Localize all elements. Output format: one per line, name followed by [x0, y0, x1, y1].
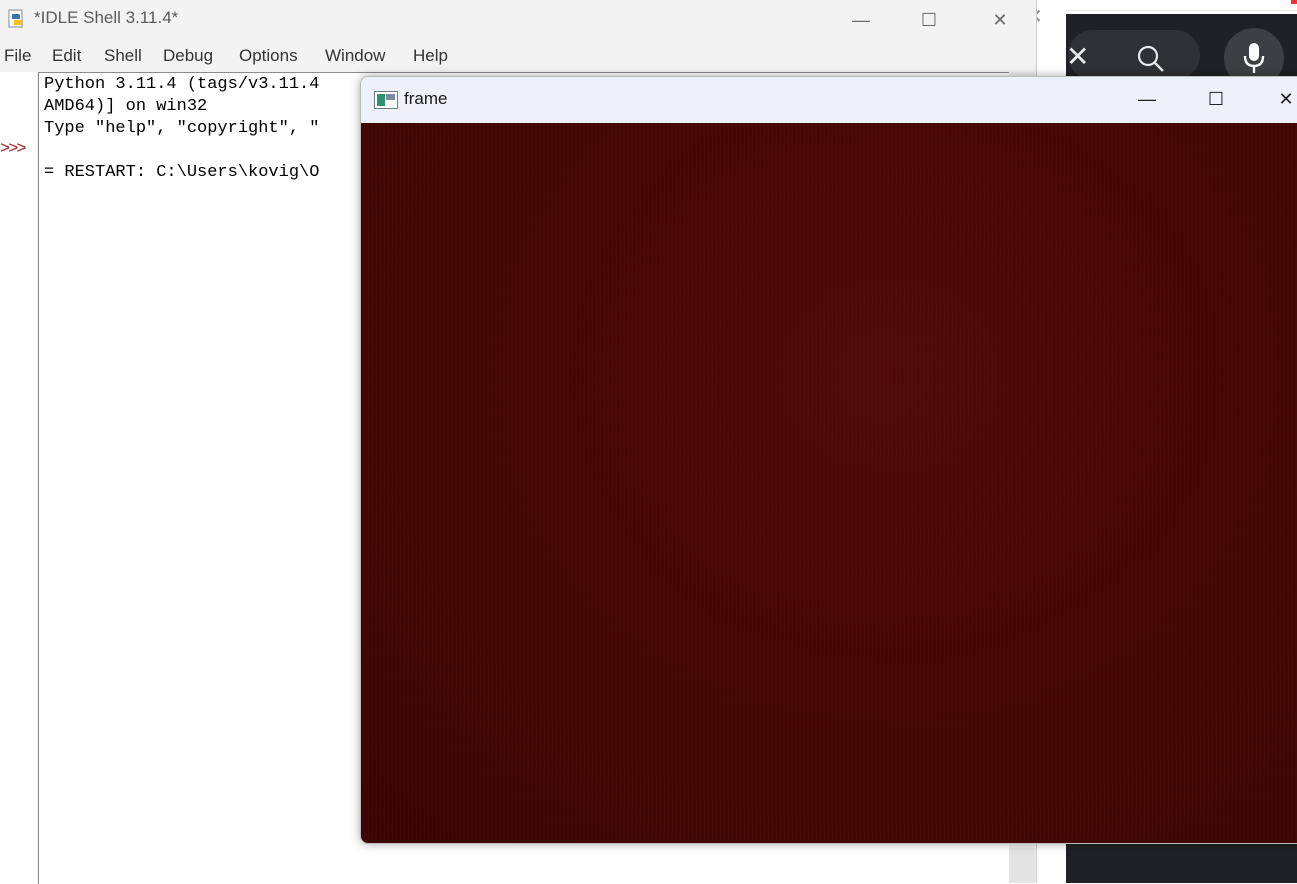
window-title: *IDLE Shell 3.11.4*	[34, 8, 179, 27]
frame-app-icon	[374, 91, 398, 109]
menu-debug[interactable]: Debug	[163, 46, 213, 66]
frame-close-button[interactable]: ✕	[1263, 81, 1297, 117]
menu-file[interactable]: File	[4, 46, 31, 66]
menu-help[interactable]: Help	[413, 46, 448, 66]
menu-bar: File Edit Shell Debug Options Window Hel…	[0, 42, 1036, 70]
maximize-icon: ☐	[1207, 88, 1225, 109]
background-top-strip	[1066, 0, 1297, 11]
search-icon[interactable]	[1136, 44, 1166, 79]
close-icon: ✕	[1278, 88, 1294, 109]
menu-shell[interactable]: Shell	[104, 46, 142, 66]
frame-title: frame	[404, 89, 448, 108]
idle-titlebar[interactable]: *IDLE Shell 3.11.4* — ☐ ✕	[0, 0, 1036, 40]
close-icon: ✕	[992, 9, 1008, 30]
frame-titlebar[interactable]: frame — ☐ ✕	[361, 77, 1297, 123]
prompt-gutter	[0, 72, 37, 883]
frame-image-content	[361, 123, 1297, 843]
frame-maximize-button[interactable]: ☐	[1193, 81, 1239, 117]
microphone-icon	[1243, 43, 1265, 73]
menu-edit[interactable]: Edit	[52, 46, 81, 66]
shell-line: AMD64)] on win32	[44, 97, 208, 116]
shell-line: = RESTART: C:\Users\kovig\O	[44, 163, 320, 182]
frame-minimize-button[interactable]: —	[1124, 81, 1170, 117]
shell-prompt: >>>	[0, 140, 27, 159]
minimize-button[interactable]: —	[838, 2, 884, 38]
scrollbar-thumb[interactable]	[1009, 848, 1035, 883]
python-icon	[6, 8, 28, 30]
close-button[interactable]: ✕	[977, 2, 1023, 38]
maximize-button[interactable]: ☐	[906, 2, 952, 38]
menu-window[interactable]: Window	[325, 46, 385, 66]
maximize-icon: ☐	[920, 9, 938, 30]
menu-options[interactable]: Options	[239, 46, 298, 66]
shell-line: Type "help", "copyright", "	[44, 119, 320, 138]
clear-search-icon[interactable]: ✕	[1066, 40, 1089, 73]
frame-window: frame — ☐ ✕	[360, 76, 1297, 844]
shell-line: Python 3.11.4 (tags/v3.11.4	[44, 75, 320, 94]
minimize-icon: —	[1138, 88, 1156, 109]
background-red-indicator	[1291, 0, 1297, 4]
minimize-icon: —	[852, 9, 870, 30]
